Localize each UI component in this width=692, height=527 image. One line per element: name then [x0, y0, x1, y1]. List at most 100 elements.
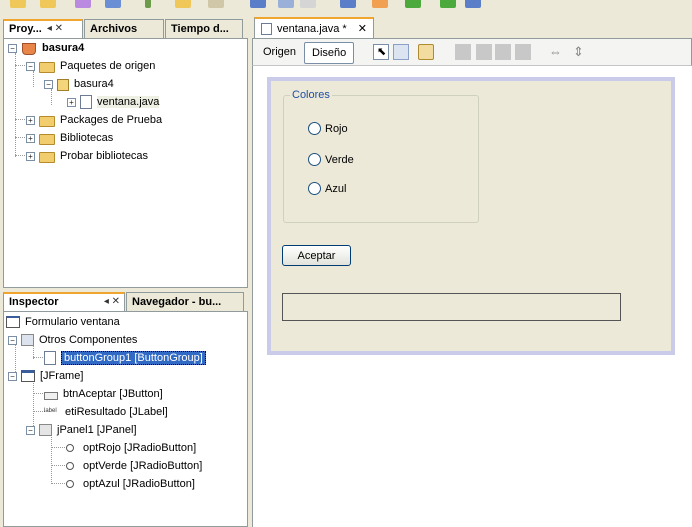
close-icon[interactable]: ✕: [358, 22, 367, 35]
tree-item-test-packages[interactable]: + Packages de Prueba: [26, 112, 162, 128]
inspector-item-btnaceptar[interactable]: btnAceptar [JButton]: [44, 386, 163, 402]
collapse-icon[interactable]: −: [8, 371, 17, 381]
collapse-icon[interactable]: −: [44, 79, 53, 89]
inspector-item-optrojo[interactable]: optRojo [JRadioButton]: [62, 440, 196, 456]
radio-rojo[interactable]: Rojo: [308, 122, 348, 135]
tree-item-package[interactable]: − basura4: [44, 76, 114, 92]
expand-icon[interactable]: +: [26, 133, 35, 143]
align-right-icon[interactable]: [476, 44, 492, 60]
tree-item-label: etiResultado [JLabel]: [65, 406, 168, 418]
save-icon[interactable]: [75, 0, 91, 8]
tab-projects[interactable]: Proy... ◂ ✕: [3, 19, 83, 39]
source-mode-button[interactable]: Origen: [256, 42, 303, 64]
tree-item-label: Paquetes de origen: [60, 60, 156, 72]
design-mode-button[interactable]: Diseño: [304, 42, 355, 64]
expand-icon[interactable]: +: [67, 97, 76, 107]
jframe-form[interactable]: Colores Rojo Verde Azul Aceptar: [267, 77, 675, 355]
jlabel-icon: label: [44, 408, 57, 414]
radio-label: Rojo: [325, 122, 348, 135]
tree-item-label: ventana.java: [97, 96, 160, 108]
debug-icon[interactable]: [440, 0, 456, 8]
build-icon[interactable]: [340, 0, 356, 8]
tree-item-label: Formulario ventana: [25, 316, 120, 328]
new-file-icon[interactable]: [10, 0, 26, 8]
tab-inspector-controls[interactable]: ◂ ✕: [104, 296, 120, 307]
preview-design-icon[interactable]: [418, 44, 434, 60]
tree-item-project[interactable]: − basura4: [8, 40, 84, 56]
tree-item-libraries[interactable]: + Bibliotecas: [26, 130, 113, 146]
radio-azul[interactable]: Azul: [308, 182, 346, 195]
expand-icon[interactable]: +: [26, 115, 35, 125]
java-file-icon: [261, 22, 272, 35]
tab-inspector-label: Inspector: [9, 296, 59, 308]
tree-item-label: Otros Componentes: [39, 334, 138, 346]
tab-inspector[interactable]: Inspector ◂ ✕: [3, 292, 125, 312]
resize-vertical-icon[interactable]: ⇕: [573, 44, 589, 60]
colors-panel[interactable]: Colores Rojo Verde Azul: [283, 89, 479, 223]
radio-circle-icon: [308, 153, 321, 166]
folder-icon: [39, 115, 55, 127]
radio-verde[interactable]: Verde: [308, 153, 354, 166]
expand-icon[interactable]: +: [26, 151, 35, 161]
run-icon[interactable]: [405, 0, 421, 8]
radio-label: Azul: [325, 182, 347, 195]
radio-circle-icon: [308, 182, 321, 195]
jpanel-icon: [39, 424, 52, 436]
package-icon: [57, 78, 69, 91]
tree-item-label: Bibliotecas: [60, 132, 114, 144]
tree-item-source-packages[interactable]: − Paquetes de origen: [26, 58, 155, 74]
tab-runtime[interactable]: Tiempo d...: [165, 19, 243, 39]
jradiobutton-icon: [62, 441, 78, 455]
copy-icon[interactable]: [175, 0, 191, 8]
collapse-icon[interactable]: −: [26, 61, 35, 71]
inspector-item-jframe[interactable]: − [JFrame]: [8, 368, 83, 384]
folder-icon: [39, 133, 55, 145]
align-top-icon[interactable]: [495, 44, 511, 60]
resize-horizontal-icon[interactable]: ⇔: [549, 44, 565, 60]
find-icon[interactable]: [300, 0, 316, 8]
inspector-item-form[interactable]: Formulario ventana: [6, 314, 120, 330]
components-icon: [21, 334, 34, 346]
inspector-item-other-components[interactable]: − Otros Componentes: [8, 332, 137, 348]
undo-icon[interactable]: [250, 0, 266, 8]
tree-item-label: [JFrame]: [40, 370, 84, 382]
radio-label: Verde: [325, 153, 354, 166]
folder-icon: [39, 151, 55, 163]
selection-mode-icon[interactable]: ⬉: [373, 44, 389, 60]
tab-files-label: Archivos: [90, 23, 138, 35]
paste-icon[interactable]: [208, 0, 224, 8]
open-project-icon[interactable]: [40, 0, 56, 8]
clean-build-icon[interactable]: [372, 0, 388, 8]
inspector-item-optverde[interactable]: optVerde [JRadioButton]: [62, 458, 202, 474]
profile-icon[interactable]: [465, 0, 481, 8]
align-bottom-icon[interactable]: [515, 44, 531, 60]
tree-item-ventana-java[interactable]: + ventana.java: [67, 94, 160, 110]
align-left-icon[interactable]: [455, 44, 471, 60]
collapse-icon[interactable]: −: [8, 43, 17, 53]
tree-item-label: btnAceptar [JButton]: [63, 388, 163, 400]
result-label: [282, 293, 621, 321]
tree-item-label: optAzul [JRadioButton]: [83, 478, 195, 490]
jradiobutton-icon: [62, 459, 78, 473]
aceptar-button[interactable]: Aceptar: [282, 245, 351, 266]
save-all-icon[interactable]: [105, 0, 121, 8]
jbutton-icon: [44, 391, 58, 400]
buttongroup-icon: [44, 351, 56, 365]
collapse-icon[interactable]: −: [8, 335, 17, 345]
tab-projects-controls[interactable]: ◂ ✕: [47, 23, 63, 34]
tree-item-test-libraries[interactable]: + Probar bibliotecas: [26, 148, 148, 164]
collapse-icon[interactable]: −: [26, 425, 35, 435]
projects-panel: − basura4 − Paquetes de origen − basura4…: [3, 38, 248, 288]
inspector-item-etiresultado[interactable]: label etiResultado [JLabel]: [44, 404, 168, 420]
editor-tab-ventana[interactable]: ventana.java * ✕: [254, 17, 374, 38]
jradiobutton-icon: [62, 477, 78, 491]
connection-mode-icon[interactable]: [393, 44, 409, 60]
tab-files[interactable]: Archivos: [84, 19, 164, 39]
cut-icon[interactable]: [145, 0, 151, 8]
tree-item-label: jPanel1 [JPanel]: [57, 424, 137, 436]
inspector-item-buttongroup[interactable]: buttonGroup1 [ButtonGroup]: [44, 350, 206, 366]
inspector-item-optazul[interactable]: optAzul [JRadioButton]: [62, 476, 195, 492]
redo-icon[interactable]: [278, 0, 294, 8]
inspector-item-jpanel1[interactable]: − jPanel1 [JPanel]: [26, 422, 137, 438]
tab-navigator[interactable]: Navegador - bu...: [126, 292, 244, 312]
